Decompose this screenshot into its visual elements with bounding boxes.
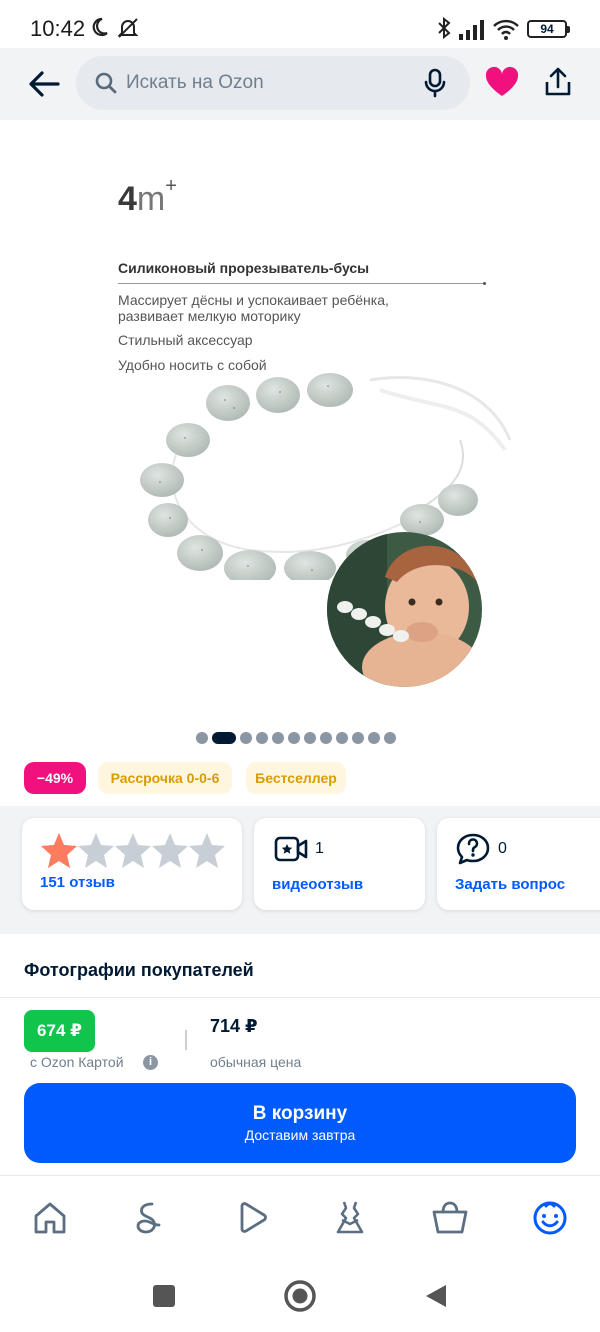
carousel-dot[interactable]: [288, 732, 300, 744]
carousel-dot[interactable]: [320, 732, 332, 744]
microphone-icon[interactable]: [422, 68, 448, 98]
star-empty-icon: [152, 833, 188, 868]
baby-photo: [327, 532, 482, 687]
star-empty-icon: [78, 833, 114, 868]
bottom-divider: [0, 1175, 600, 1176]
question-bubble-icon: [456, 833, 490, 865]
info-icon[interactable]: i: [143, 1055, 158, 1070]
status-time: 10:42: [30, 16, 86, 41]
price-separator: [185, 1030, 187, 1050]
home-button-icon[interactable]: [283, 1279, 317, 1313]
age-label: 4m+: [118, 174, 177, 218]
installment-badge[interactable]: Рассрочка 0-0-6: [98, 762, 232, 794]
signal-icon: [459, 20, 484, 40]
carousel-dot-active[interactable]: [212, 732, 236, 744]
regular-price: 714 ₽: [210, 1016, 258, 1036]
bestseller-badge: Бестселлер: [246, 762, 346, 794]
fashion-dress-icon[interactable]: [330, 1198, 370, 1238]
feature-line: развивает мелкую моторику: [118, 308, 301, 324]
share-icon[interactable]: [543, 66, 573, 98]
carousel-dot[interactable]: [196, 732, 208, 744]
video-review-link[interactable]: видеоотзыв: [272, 876, 363, 893]
video-review-count: 1: [315, 840, 324, 857]
delivery-label: Доставим завтра: [244, 1127, 356, 1143]
rating-card[interactable]: 151 отзыв: [22, 818, 242, 910]
star-empty-icon: [189, 833, 225, 868]
carousel-dot[interactable]: [368, 732, 380, 744]
regular-price-label: обычная цена: [210, 1054, 302, 1070]
teether-beads-image: [140, 373, 512, 580]
carousel-dot[interactable]: [384, 732, 396, 744]
wifi-icon: [493, 19, 519, 40]
carousel-dot[interactable]: [352, 732, 364, 744]
add-to-cart-label: В корзину: [252, 1103, 348, 1124]
product-image-gallery[interactable]: 4m+ Силиконовый прорезыватель-бусы Масси…: [0, 120, 600, 760]
ozon-card-price: 674 ₽: [24, 1010, 95, 1052]
carousel-dot[interactable]: [336, 732, 348, 744]
mute-bell-icon: [117, 18, 139, 38]
carousel-dot[interactable]: [304, 732, 316, 744]
search-icon: [95, 72, 117, 94]
video-review-card[interactable]: 1 видеоотзыв: [254, 818, 425, 910]
rating-stars: [41, 833, 225, 868]
search-placeholder: Искать на Ozon: [126, 72, 264, 93]
feature-line: Стильный аксессуар: [118, 332, 253, 348]
dnd-moon-icon: [92, 17, 108, 37]
back-button-icon[interactable]: [424, 1283, 448, 1309]
cart-basket-icon[interactable]: [430, 1198, 470, 1238]
feature-line: Массирует дёсны и успокаивает ребёнка,: [118, 292, 389, 308]
back-arrow-icon[interactable]: [24, 64, 64, 104]
product-image-title: Силиконовый прорезыватель-бусы: [118, 260, 370, 276]
ozon-fresh-icon[interactable]: [130, 1198, 170, 1238]
favorite-heart-icon[interactable]: [484, 66, 520, 98]
reviews-count-link[interactable]: 151 отзыв: [40, 874, 115, 891]
video-camera-icon: [274, 836, 308, 862]
star-empty-icon: [115, 833, 151, 868]
questions-card[interactable]: 0 Задать вопрос: [437, 818, 600, 910]
carousel-dot[interactable]: [240, 732, 252, 744]
add-to-cart-button[interactable]: В корзину Доставим завтра: [24, 1083, 576, 1163]
bluetooth-icon: [438, 16, 451, 40]
star-filled-icon: [41, 833, 77, 868]
questions-count: 0: [498, 840, 507, 857]
search-bar[interactable]: Искать на Ozon: [76, 56, 470, 110]
battery-indicator: 94: [527, 20, 570, 38]
profile-smile-icon[interactable]: [530, 1198, 570, 1238]
customer-photos-title[interactable]: Фотографии покупателей: [24, 960, 254, 981]
carousel-indicator[interactable]: [196, 732, 396, 744]
video-play-icon[interactable]: [232, 1198, 272, 1238]
ozon-card-label: с Ozon Картой: [30, 1054, 124, 1070]
divider: [0, 997, 600, 998]
carousel-dot[interactable]: [272, 732, 284, 744]
review-cards-strip: 151 отзыв 1 видеоотзыв 0 Задать вопрос: [0, 806, 600, 934]
ask-question-link[interactable]: Задать вопрос: [455, 876, 565, 893]
top-bar: Искать на Ozon: [0, 48, 600, 120]
carousel-dot[interactable]: [256, 732, 268, 744]
discount-badge: −49%: [24, 762, 86, 794]
title-divider: [118, 282, 486, 285]
recent-apps-icon[interactable]: [152, 1284, 176, 1308]
home-icon[interactable]: [30, 1198, 70, 1238]
